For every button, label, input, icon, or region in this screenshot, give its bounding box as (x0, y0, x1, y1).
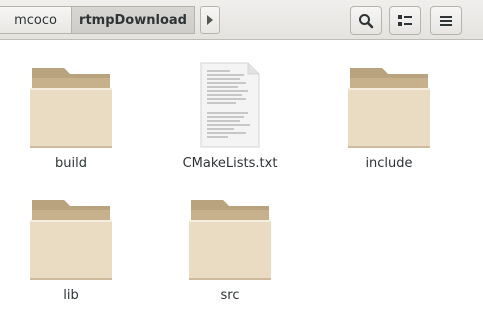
menu-button[interactable] (430, 6, 462, 35)
file-label: src (220, 288, 240, 303)
search-icon (359, 13, 374, 28)
file-item-cmakelists[interactable]: CMakeLists.txt (170, 62, 290, 182)
path-bar: mcoco rtmpDownload (0, 6, 220, 34)
breadcrumb-current[interactable]: rtmpDownload (72, 6, 195, 34)
view-toggle-button[interactable] (389, 6, 421, 35)
hamburger-menu-icon (440, 15, 452, 26)
folder-icon (30, 200, 112, 280)
search-button[interactable] (350, 6, 382, 35)
file-label: CMakeLists.txt (182, 156, 278, 171)
file-item-lib[interactable]: lib (11, 194, 131, 314)
text-file-icon (200, 62, 260, 148)
list-view-icon (398, 14, 412, 26)
file-item-src[interactable]: src (170, 194, 290, 314)
breadcrumb-home[interactable]: mcoco (0, 6, 72, 34)
header-bar: mcoco rtmpDownload (0, 0, 483, 40)
chevron-right-icon (207, 15, 213, 25)
breadcrumb-forward-button[interactable] (200, 6, 220, 34)
file-label: build (55, 156, 87, 171)
file-label: lib (63, 288, 79, 303)
folder-icon (30, 68, 112, 148)
folder-icon (189, 200, 271, 280)
file-label: include (365, 156, 413, 171)
folder-icon (348, 68, 430, 148)
file-item-include[interactable]: include (329, 62, 449, 182)
file-item-build[interactable]: build (11, 62, 131, 182)
